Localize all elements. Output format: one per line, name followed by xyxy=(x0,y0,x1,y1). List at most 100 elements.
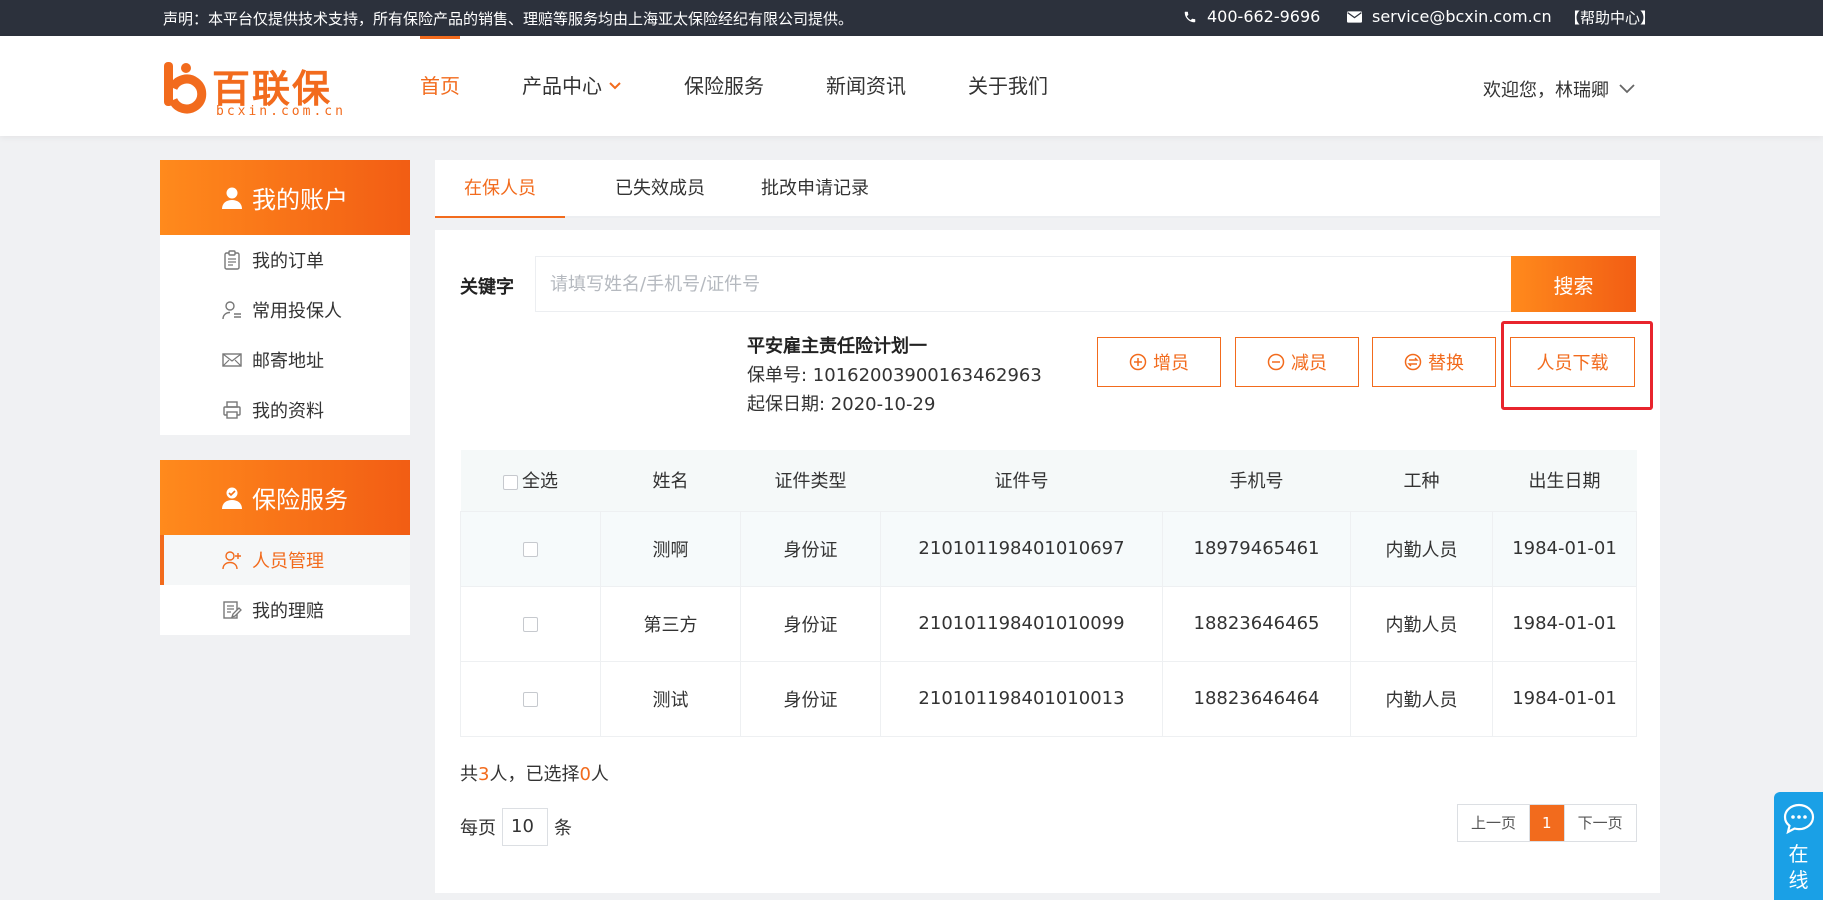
cell-job-type: 内勤人员 xyxy=(1350,660,1493,737)
sidebar-account-header: 我的账户 xyxy=(160,160,410,235)
sidebar-item-label: 常用投保人 xyxy=(252,301,342,322)
phone-number: 400-662-9696 xyxy=(1207,7,1321,26)
cell-id-type: 身份证 xyxy=(740,585,881,662)
phone-icon xyxy=(1184,11,1196,22)
table-row: 测试 身份证 210101198401010013 18823646464 内勤… xyxy=(460,660,1637,737)
nav-products-label: 产品中心 xyxy=(522,74,602,98)
total-count: 3 xyxy=(478,764,490,785)
replace-member-button[interactable]: 替换 xyxy=(1372,337,1496,387)
logo-mark-icon xyxy=(164,62,207,114)
summary-prefix: 共 xyxy=(460,764,478,785)
row-select-cell[interactable] xyxy=(460,510,601,587)
mail-icon xyxy=(1347,10,1362,23)
sidebar-insurance-title: 保险服务 xyxy=(252,486,348,514)
row-checkbox[interactable] xyxy=(523,616,538,632)
email-contact[interactable]: service@bcxin.com.cn xyxy=(1347,7,1552,26)
remove-member-label: 减员 xyxy=(1291,353,1327,374)
column-header: 出生日期 xyxy=(1492,450,1637,511)
cell-id-number: 210101198401010697 xyxy=(880,510,1163,587)
cell-id-type: 身份证 xyxy=(740,660,881,737)
remove-member-button[interactable]: 减员 xyxy=(1235,337,1359,387)
select-all-label: 全选 xyxy=(522,471,558,493)
sidebar-insurance-header: 保险服务 xyxy=(160,460,410,535)
cell-birth-date: 1984-01-01 xyxy=(1492,660,1637,737)
welcome-text: 欢迎您，林瑞卿 xyxy=(1483,80,1609,101)
row-select-cell[interactable] xyxy=(460,660,601,737)
sidebar-item-label: 我的理赔 xyxy=(252,601,324,622)
cell-id-number: 210101198401010099 xyxy=(880,585,1163,662)
tab-amendment-records[interactable]: 批改申请记录 xyxy=(735,160,895,218)
sidebar-account: 我的账户 我的订单 常用投保人 邮寄地址 我的资料 xyxy=(160,160,410,435)
user-menu[interactable]: 欢迎您，林瑞卿 xyxy=(1483,76,1635,102)
cell-phone: 18979465461 xyxy=(1162,510,1351,587)
email-address[interactable]: service@bcxin.com.cn xyxy=(1372,7,1552,26)
download-members-button[interactable]: 人员下载 xyxy=(1510,337,1635,387)
selected-count: 0 xyxy=(579,764,591,785)
per-page-unit: 条 xyxy=(554,818,572,839)
minus-circle-icon xyxy=(1267,353,1285,371)
nav-news[interactable]: 新闻资讯 xyxy=(826,36,906,136)
user-list-icon xyxy=(222,301,241,320)
online-chat-button[interactable]: 在线 xyxy=(1774,792,1823,900)
search-button[interactable]: 搜索 xyxy=(1511,256,1636,312)
cell-job-type: 内勤人员 xyxy=(1350,510,1493,587)
plan-info: 平安雇主责任险计划一 保单号: 10162003900163462963 起保日… xyxy=(747,332,1042,419)
next-page-button[interactable]: 下一页 xyxy=(1563,805,1636,841)
user-icon xyxy=(222,187,242,209)
keyword-label: 关键字 xyxy=(460,277,514,298)
current-page[interactable]: 1 xyxy=(1530,805,1564,841)
start-date: 起保日期: 2020-10-29 xyxy=(747,394,936,415)
sidebar-item-profile[interactable]: 我的资料 xyxy=(160,385,410,435)
select-all-checkbox[interactable] xyxy=(503,474,518,490)
user-add-icon xyxy=(222,551,241,570)
member-table: 全选 姓名 证件类型 证件号 手机号 工种 出生日期 测啊 身份证 210101… xyxy=(460,450,1637,737)
chevron-down-icon xyxy=(609,82,621,90)
nav-service[interactable]: 保险服务 xyxy=(684,36,764,136)
plus-circle-icon xyxy=(1129,353,1147,371)
cell-birth-date: 1984-01-01 xyxy=(1492,510,1637,587)
add-member-label: 增员 xyxy=(1153,353,1189,374)
sidebar-item-policyholders[interactable]: 常用投保人 xyxy=(160,285,410,335)
plan-name: 平安雇主责任险计划一 xyxy=(747,336,927,357)
add-member-button[interactable]: 增员 xyxy=(1097,337,1221,387)
sidebar-item-address[interactable]: 邮寄地址 xyxy=(160,335,410,385)
cell-phone: 18823646465 xyxy=(1162,585,1351,662)
page-size-input[interactable]: 10 xyxy=(502,808,548,846)
cell-id-number: 210101198401010013 xyxy=(880,660,1163,737)
row-select-cell[interactable] xyxy=(460,585,601,662)
top-notice-bar: 声明：本平台仅提供技术支持，所有保险产品的销售、理赔等服务均由上海亚太保险经纪有… xyxy=(0,0,1823,36)
cell-name: 测试 xyxy=(600,660,741,737)
help-center-link[interactable]: 【帮助中心】 xyxy=(1565,7,1655,28)
sidebar-item-label: 人员管理 xyxy=(252,551,324,572)
nav-home[interactable]: 首页 xyxy=(420,36,460,136)
sidebar-item-claims[interactable]: 我的理赔 xyxy=(160,585,410,635)
per-page-label: 每页 xyxy=(460,818,496,839)
sidebar-item-orders[interactable]: 我的订单 xyxy=(160,235,410,285)
select-all-header[interactable]: 全选 xyxy=(460,450,601,511)
pagination: 上一页 1 下一页 xyxy=(1457,804,1637,842)
row-checkbox[interactable] xyxy=(523,541,538,557)
selection-summary: 共3人，已选择0人 xyxy=(460,760,609,786)
table-header-row: 全选 姓名 证件类型 证件号 手机号 工种 出生日期 xyxy=(460,450,1637,511)
site-header: 百联保 bcxin.com.cn 首页 产品中心 保险服务 新闻资讯 关于我们 … xyxy=(0,36,1823,136)
nav-products[interactable]: 产品中心 xyxy=(522,36,622,136)
cell-id-type: 身份证 xyxy=(740,510,881,587)
page-size-control: 每页 10 条 xyxy=(460,808,572,846)
prev-page-button[interactable]: 上一页 xyxy=(1458,805,1531,841)
chat-bubble-icon xyxy=(1783,803,1814,835)
summary-suffix: 人 xyxy=(590,764,609,785)
tab-active-members[interactable]: 在保人员 xyxy=(435,160,565,218)
sidebar-item-label: 邮寄地址 xyxy=(252,351,324,372)
site-logo[interactable]: 百联保 bcxin.com.cn xyxy=(160,54,345,120)
envelope-icon xyxy=(222,353,242,367)
row-checkbox[interactable] xyxy=(523,691,538,707)
cell-phone: 18823646464 xyxy=(1162,660,1351,737)
nav-about[interactable]: 关于我们 xyxy=(968,36,1048,136)
clipboard-icon xyxy=(224,250,240,270)
cell-job-type: 内勤人员 xyxy=(1350,585,1493,662)
online-label: 在线 xyxy=(1774,841,1823,893)
sidebar-item-personnel[interactable]: 人员管理 xyxy=(160,535,410,585)
search-input[interactable] xyxy=(535,256,1515,312)
swap-circle-icon xyxy=(1404,353,1422,371)
tab-expired-members[interactable]: 已失效成员 xyxy=(585,160,735,218)
